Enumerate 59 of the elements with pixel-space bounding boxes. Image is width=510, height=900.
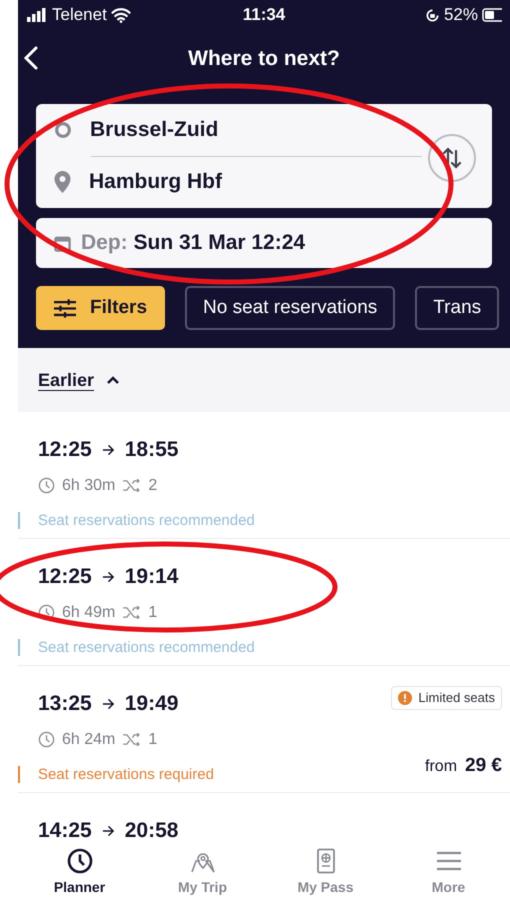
departure-date: Dep: Sun 31 Mar 12:24 <box>81 230 306 256</box>
note-marker <box>18 766 20 784</box>
arrival-time: 19:14 <box>124 564 178 590</box>
journey-row[interactable]: 13:25 19:49 6h 24m 1 Limited seats Seat reservations required from 29 € <box>18 666 510 793</box>
filter-chip[interactable]: No seat reservations <box>185 286 396 330</box>
note-marker <box>18 639 20 656</box>
departure-time: 12:25 <box>38 564 92 590</box>
signal-icon <box>26 8 48 22</box>
calendar-icon <box>54 234 71 252</box>
battery-percent: 52% <box>444 4 478 26</box>
arrow-right-icon <box>102 824 115 837</box>
swap-arrows-icon <box>442 147 462 169</box>
origin-circle-icon <box>54 120 72 139</box>
battery-icon <box>482 8 502 22</box>
clock-time: 11:34 <box>242 4 286 26</box>
transfers-icon <box>122 479 142 492</box>
arrival-time: 20:58 <box>124 818 178 844</box>
transfers-icon <box>122 733 142 746</box>
destination-field[interactable]: Hamburg Hbf <box>89 166 222 198</box>
price: 29 € <box>465 754 502 778</box>
transfer-count: 1 <box>148 730 158 750</box>
departure-time: 12:25 <box>38 437 92 463</box>
warning-icon <box>398 691 412 705</box>
journey-row[interactable]: 12:25 18:55 6h 30m 2 Seat reservations recommended <box>18 412 510 539</box>
earlier-link[interactable]: Earlier <box>38 366 94 394</box>
departure-time: 13:25 <box>38 691 92 717</box>
clock-icon <box>38 477 55 494</box>
duration: 6h 30m <box>62 476 116 496</box>
arrow-right-icon <box>102 698 115 710</box>
location-pin-icon <box>54 171 71 194</box>
note-marker <box>18 512 20 530</box>
duration: 6h 49m <box>62 602 116 622</box>
arrow-right-icon <box>102 444 115 456</box>
carrier-name: Telenet <box>52 4 107 26</box>
filters-button[interactable]: Filters <box>36 286 166 330</box>
limited-seats-badge: Limited seats <box>391 686 502 710</box>
price-prefix: from <box>425 757 458 777</box>
transfers-icon <box>122 606 142 619</box>
departure-date-field[interactable]: Dep: Sun 31 Mar 12:24 <box>36 218 492 268</box>
reservation-note: Seat reservations recommended <box>38 510 255 530</box>
wifi-icon <box>110 8 131 22</box>
clock-icon <box>66 848 92 874</box>
filter-chip[interactable]: Trans <box>415 286 500 330</box>
rotation-lock-icon <box>424 8 440 22</box>
transfer-count: 1 <box>148 602 158 622</box>
transfer-count: 2 <box>148 476 158 496</box>
departure-time: 14:25 <box>38 818 92 844</box>
duration: 6h 24m <box>62 730 116 750</box>
arrival-time: 18:55 <box>124 437 178 463</box>
reservation-note: Seat reservations recommended <box>38 638 255 658</box>
origin-field[interactable]: Brussel-Zuid <box>90 114 218 146</box>
arrow-right-icon <box>102 570 115 583</box>
arrival-time: 19:49 <box>124 691 178 717</box>
clock-icon <box>38 731 55 748</box>
journey-row[interactable]: 12:25 19:14 6h 49m 1 Seat reservations recommended <box>18 539 510 666</box>
reservation-note: Seat reservations required <box>38 764 214 784</box>
sliders-icon <box>54 298 76 318</box>
screen-title: Where to next? <box>188 46 340 72</box>
tab-item[interactable]: Planner <box>18 845 141 900</box>
